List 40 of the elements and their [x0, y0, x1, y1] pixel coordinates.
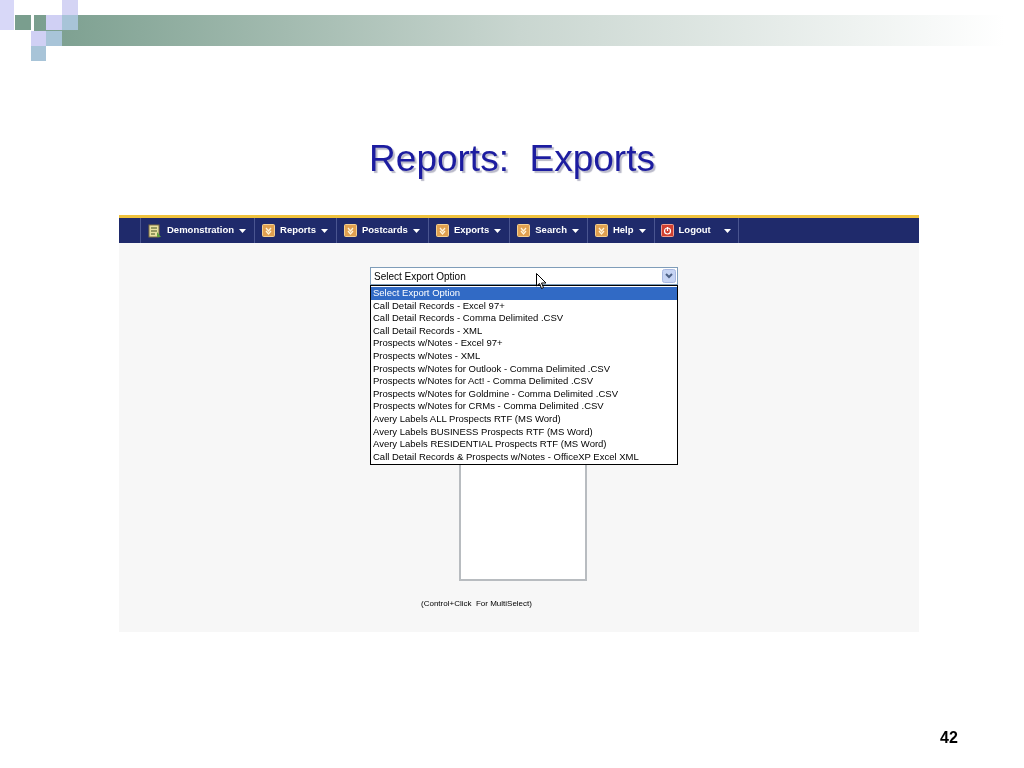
page-number: 42 [940, 728, 958, 748]
nav-menu-item[interactable]: Postcards [336, 218, 429, 243]
export-option[interactable]: Avery Labels ALL Prospects RTF (MS Word) [371, 412, 677, 426]
nav-menu-item[interactable]: Reports [255, 218, 337, 243]
caret-icon [494, 228, 502, 233]
arrow-box-icon [435, 224, 449, 237]
export-option[interactable]: Avery Labels RESIDENTIAL Prospects RTF (MS Word) [371, 438, 677, 451]
export-option[interactable]: Call Detail Records - XML [371, 324, 677, 338]
arrow-box-icon [594, 224, 608, 237]
nav-menu-item[interactable]: Search [510, 218, 588, 243]
nav-menu-item[interactable]: Logout [654, 218, 739, 243]
export-option[interactable]: Prospects w/Notes for Act! - Comma Delimited .CSV [371, 375, 677, 388]
slide-title: Reports: Exports [369, 137, 655, 181]
export-option[interactable]: Avery Labels BUSINESS Prospects RTF (MS Word) [371, 425, 677, 439]
nav-menu-item[interactable]: Exports [428, 218, 511, 243]
caret-icon [320, 228, 328, 233]
multi-select-hint: (Control+Click For MultiSelect) [421, 598, 532, 610]
arrow-box-icon [262, 224, 276, 237]
arrow-box-icon [343, 224, 357, 237]
caret-icon [571, 228, 579, 233]
export-option[interactable]: Call Detail Records - Excel 97+ [371, 299, 677, 313]
export-option[interactable]: Prospects w/Notes - Excel 97+ [371, 337, 677, 350]
caret-icon [412, 228, 420, 233]
export-option[interactable]: Call Detail Records & Prospects w/Notes - OfficeXP Excel XML [371, 450, 677, 464]
nav-menu-item[interactable]: Demonstration [141, 218, 256, 243]
export-option[interactable]: Prospects w/Notes for Goldmine - Comma Delimited .CSV [371, 387, 677, 401]
export-option[interactable]: Prospects w/Notes - XML [371, 349, 677, 363]
document-icon [148, 223, 162, 238]
power-icon [660, 224, 674, 237]
nav-menu-item[interactable]: Help [587, 218, 655, 243]
export-option[interactable]: Prospects w/Notes for CRMs - Comma Delimited .CSV [371, 400, 677, 413]
caret-icon [723, 228, 731, 233]
arrow-box-icon [517, 224, 531, 237]
export-option[interactable]: Prospects w/Notes for Outlook - Comma Delimited .CSV [371, 362, 677, 376]
export-option[interactable]: Select Export Option [371, 287, 677, 300]
caret-icon [239, 228, 247, 233]
export-option[interactable]: Call Detail Records - Comma Delimited .CSV [371, 312, 677, 325]
multi-select-listbox[interactable] [459, 464, 587, 581]
caret-icon [638, 228, 646, 233]
export-select[interactable]: Select Export Option [370, 267, 678, 285]
